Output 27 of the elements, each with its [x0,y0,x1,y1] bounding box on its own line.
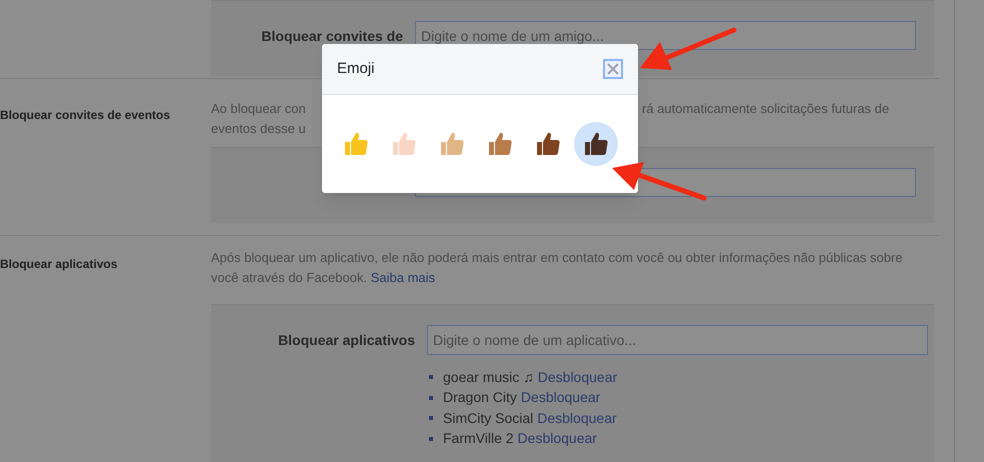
section-label: Bloquear aplicativos [0,257,118,271]
unblock-link[interactable]: Desbloquear [518,428,597,450]
app-name: Dragon City [443,388,517,408]
unblock-link[interactable]: Desbloquear [520,387,600,408]
learn-more-link[interactable]: Saiba mais [370,270,436,285]
bullet-icon [429,436,433,441]
description-text: eventos desse u [211,121,306,136]
field-label: Bloquear aplicativos [277,331,416,350]
section-label: Bloquear convites de eventos [0,108,170,122]
unblock-link[interactable]: Desbloquear [537,408,617,429]
field-label: Bloquear convites de [260,27,404,46]
description-text: Após bloquear um aplicativo, ele não poderá mais entrar em contato com você ou obter informações não públicas sobre você através do Facebook. Saiba mais [211,249,904,287]
close-button[interactable] [603,59,623,79]
app-name: goear music [443,368,520,387]
description-text: rá automaticamente solicitações futuras de [642,100,890,118]
bullet-icon [429,375,433,380]
description-text: Ao bloquear con [211,101,306,116]
app-name: FarmVille 2 [443,429,514,448]
bullet-icon [429,416,433,420]
app-input[interactable]: Digite o nome de um aplicativo... [427,325,928,355]
app-name: SimCity Social [443,408,534,428]
music-note-icon: ♫ [523,366,534,388]
emoji-option[interactable] [574,122,618,166]
unblock-link[interactable]: Desbloquear [538,366,618,388]
dialog-title: Emoji [337,58,375,79]
close-icon [607,63,619,75]
bullet-icon [429,396,433,400]
